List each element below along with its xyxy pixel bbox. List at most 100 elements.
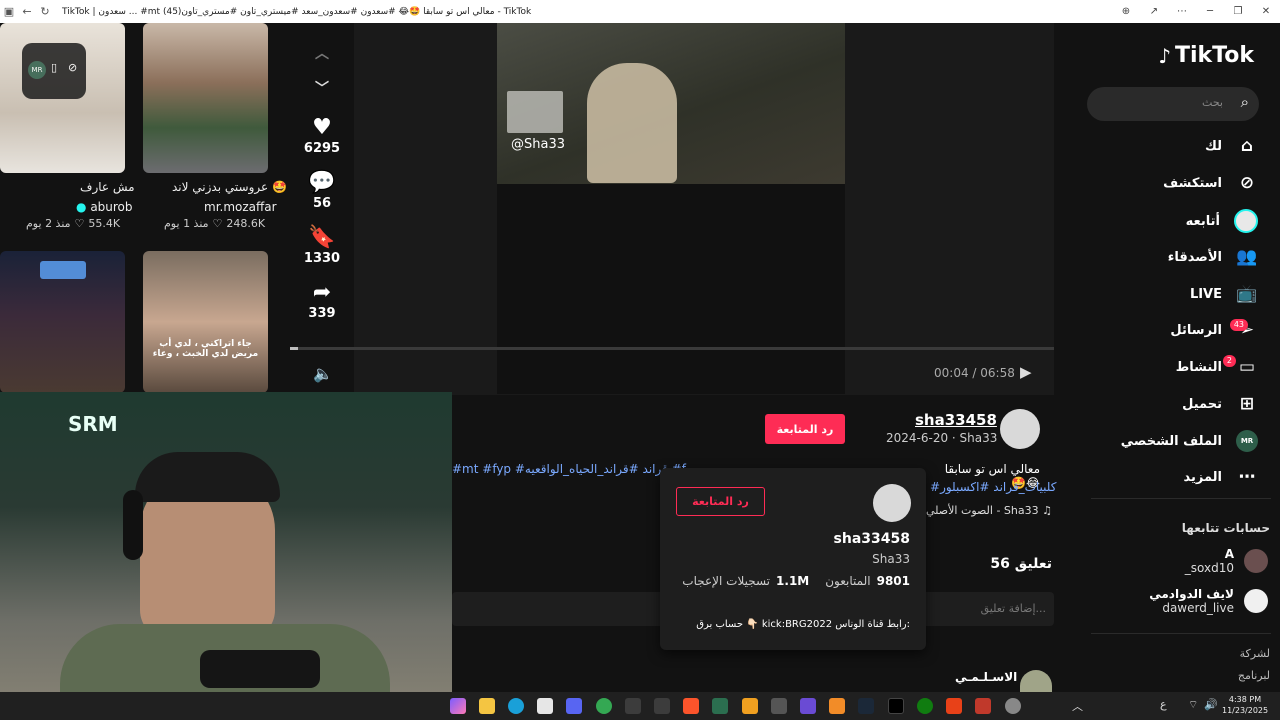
tiktok-logo[interactable]: ♪ TikTok (1158, 43, 1254, 68)
video-thumbnail[interactable]: جاء اتراكني ، لدي أب مريض لدي الخبث ، وع… (143, 251, 268, 393)
app-icon[interactable] (800, 698, 816, 714)
app-icon[interactable] (654, 698, 670, 714)
play-icon[interactable]: ▶ (1020, 363, 1032, 381)
app-icon[interactable] (946, 698, 962, 714)
comment-button[interactable]: 💬 56 (290, 170, 354, 211)
tabs-icon[interactable]: ▣ (0, 5, 18, 18)
save-button[interactable]: 🔖 1330 (290, 225, 354, 266)
nav-label: أتابعه (1185, 213, 1220, 229)
store-icon[interactable] (537, 698, 553, 714)
video-thumbnail[interactable] (0, 251, 125, 393)
video-views: 55.4K (88, 217, 121, 230)
chrome-icon[interactable] (596, 698, 612, 714)
clock-date: 11/23/2025 (1222, 706, 1269, 715)
folder-icon[interactable] (479, 698, 495, 714)
app-icon[interactable] (975, 698, 991, 714)
nav-explore[interactable]: استكشف ⊘ (1163, 173, 1258, 193)
video-caption[interactable]: عروستي بدزني لاند 🤩 (172, 180, 287, 194)
share-button[interactable]: ➦ 339 (290, 280, 354, 321)
settings-icon[interactable] (1005, 698, 1021, 714)
video-thumbnail[interactable]: MR ▯ ⊘ (0, 23, 125, 173)
language-indicator[interactable]: ع (1160, 698, 1167, 711)
logo-text: TikTok (1174, 43, 1254, 68)
followers-label: المتابعون (825, 574, 871, 588)
streamer-hair (135, 452, 280, 502)
phone-icon[interactable]: ▯ (51, 61, 57, 74)
search-icon[interactable]: ⌕ (1241, 93, 1249, 111)
nav-profile[interactable]: الملف الشخصي MR (1121, 430, 1258, 452)
app-icon[interactable] (742, 698, 758, 714)
copilot-icon[interactable] (450, 698, 466, 714)
nav-live[interactable]: LIVE 📺 (1190, 284, 1258, 304)
clock[interactable]: 4:38 PM 11/23/2025 (1222, 694, 1268, 716)
post-hashtags[interactable]: #mt #fyp #قراند #قراند_الحياه_الواقعيه #… (452, 462, 686, 476)
video-stats: منذ 1 يوم ♡ 248.6K (164, 217, 265, 230)
avatar[interactable] (1000, 409, 1040, 449)
search-input[interactable]: بحث ⌕ (1087, 87, 1259, 121)
author-name[interactable]: mr.mozaffar (204, 200, 277, 214)
sidebar: ♪ TikTok بحث ⌕ لك ⌂ استكشف ⊘ أتابعه الأصدقا… (1085, 23, 1280, 693)
excel-icon[interactable] (712, 698, 728, 714)
extensions-icon[interactable]: ↗ (1140, 0, 1168, 23)
steam-icon[interactable] (858, 698, 874, 714)
video-time: 00:04 / 06:58 (934, 366, 1015, 380)
tiktok-icon[interactable] (888, 698, 904, 714)
sound-link[interactable]: الصوت الأصلي - Sha33 ♫ (926, 504, 1052, 517)
compass-icon[interactable]: ⊘ (68, 61, 77, 74)
restore-icon[interactable]: ❐ (1224, 0, 1252, 23)
author-name[interactable]: ● aburob (76, 200, 133, 214)
video-frame[interactable]: @Sha33 (497, 23, 845, 184)
speaker-icon[interactable]: 🔊 (1204, 698, 1218, 711)
commenter-name[interactable]: الاسـلـمـي (955, 670, 1017, 684)
bookmark-icon: 🔖 (308, 225, 336, 250)
post-username[interactable]: sha33458 (915, 411, 997, 429)
heart-icon: ♥ (312, 115, 332, 140)
edge-icon[interactable] (508, 698, 524, 714)
popup-follow-back-button[interactable]: رد المتابعة (676, 487, 765, 516)
discord-icon[interactable] (566, 698, 582, 714)
save-count: 1330 (303, 251, 341, 266)
progress-bar[interactable] (290, 347, 1054, 350)
arrow-left-icon[interactable]: ← (18, 5, 36, 18)
popup-username[interactable]: sha33458 (834, 531, 910, 547)
follow-back-button[interactable]: رد المتابعة (765, 414, 845, 444)
footer-link[interactable]: لشركة (1240, 647, 1270, 660)
zoom-icon[interactable]: ⊕ (1112, 0, 1140, 23)
video-caption[interactable]: مش عارف (80, 180, 135, 194)
nav-more[interactable]: المزيد ⋯ (1183, 467, 1258, 487)
profile-icon: MR (1236, 430, 1258, 452)
brave-icon[interactable] (683, 698, 699, 714)
chevron-up-icon[interactable]: ︿ (1072, 698, 1083, 714)
like-button[interactable]: ♥ 6295 (290, 115, 354, 156)
comment-placeholder: إضافة تعليق... (980, 602, 1046, 615)
following-account[interactable]: لايف الدوادمي dawerd_live (1149, 587, 1268, 615)
nav-following[interactable]: أتابعه (1186, 209, 1258, 233)
app-icon[interactable] (625, 698, 641, 714)
volume-icon[interactable]: 🔈 (313, 364, 333, 383)
nav-upload[interactable]: تحميل ⊞ (1182, 394, 1258, 414)
neon-sign (40, 261, 86, 279)
footer-link[interactable]: لبرنامج (1238, 669, 1270, 682)
obs-icon[interactable] (771, 698, 787, 714)
nav-for-you[interactable]: لك ⌂ (1205, 136, 1258, 156)
nav-activity[interactable]: النشاط ▭ (1176, 357, 1258, 377)
heart-outline-icon: ♡ (74, 217, 85, 230)
refresh-icon[interactable]: ↻ (36, 5, 54, 18)
following-account[interactable]: A _soxd10 (1185, 547, 1268, 575)
chevron-up-icon[interactable]: ︿ (290, 43, 354, 69)
video-watermark: @Sha33 (511, 137, 565, 152)
avatar (1244, 589, 1268, 613)
close-icon[interactable]: ✕ (1252, 0, 1280, 23)
nav-friends[interactable]: الأصدقاء 👥 (1168, 247, 1258, 267)
app-icon[interactable] (829, 698, 845, 714)
overlay-controls: MR ▯ ⊘ (22, 43, 86, 99)
menu-icon[interactable]: ⋯ (1168, 0, 1196, 23)
video-thumbnail[interactable] (143, 23, 268, 173)
chevron-down-icon[interactable]: ﹀ (290, 78, 354, 104)
wifi-icon[interactable]: ⌔ (1188, 698, 1198, 712)
minimize-icon[interactable]: ─ (1196, 0, 1224, 23)
popup-avatar[interactable] (873, 484, 911, 522)
post-hashtags[interactable]: #كلبيات_قراند #اكسبلور (930, 480, 1056, 494)
xbox-icon[interactable] (917, 698, 933, 714)
upload-icon: ⊞ (1239, 394, 1255, 414)
